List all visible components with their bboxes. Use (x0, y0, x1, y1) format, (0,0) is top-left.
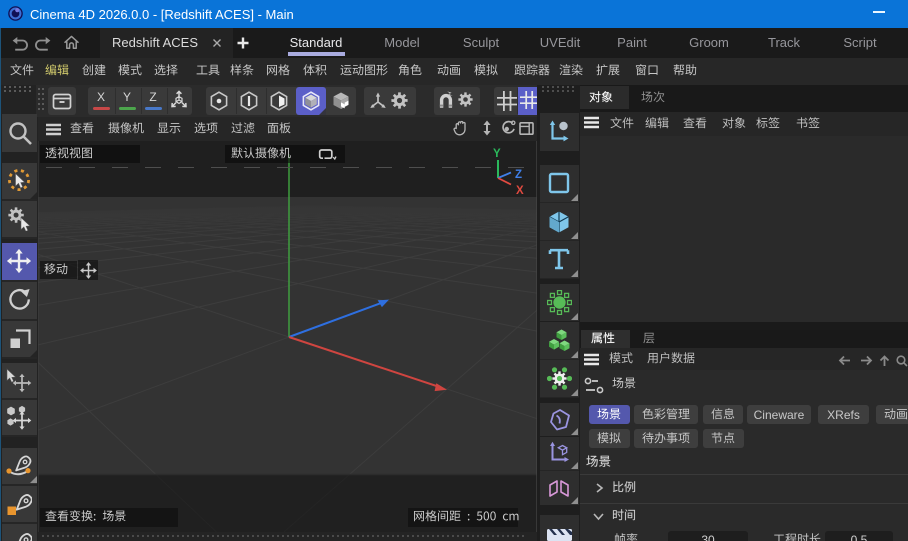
svg-text:Z: Z (515, 169, 522, 181)
svg-text:X: X (516, 185, 524, 197)
svg-text:Y: Y (493, 148, 501, 160)
